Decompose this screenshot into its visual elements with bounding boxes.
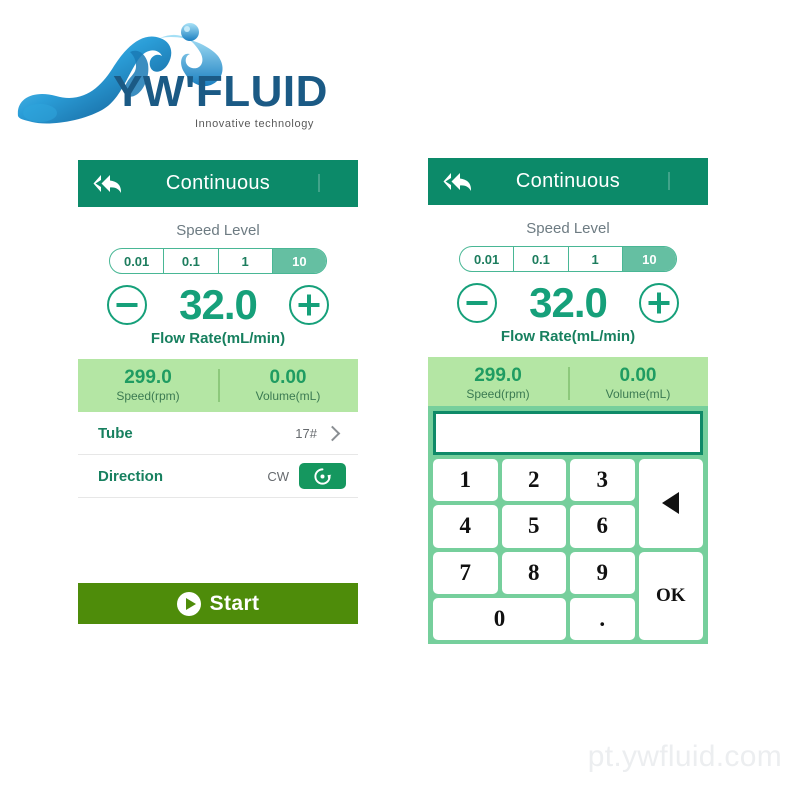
- key-2[interactable]: 2: [501, 459, 566, 502]
- speed-caption: Speed(rpm): [116, 388, 180, 403]
- key-ok[interactable]: OK: [638, 551, 703, 640]
- site-watermark: pt.ywfluid.com: [587, 740, 782, 773]
- flow-rate-stepper: 32.0: [78, 284, 358, 326]
- key-6[interactable]: 6: [570, 505, 635, 548]
- speed-option-0-1[interactable]: 0.1: [164, 249, 219, 273]
- direction-label: Direction: [98, 467, 164, 485]
- volume-readout: 0.00 Volume(mL): [218, 368, 358, 403]
- key-4[interactable]: 4: [433, 505, 498, 548]
- key-backspace[interactable]: [638, 459, 703, 548]
- direction-value: CW: [267, 468, 289, 484]
- speed-option-0-01[interactable]: 0.01: [110, 249, 165, 273]
- minus-circle-icon[interactable]: [457, 283, 497, 323]
- device-screen-right: Continuous Speed Level 0.01 0.1 1 10 32.…: [428, 158, 708, 644]
- key-9[interactable]: 9: [570, 551, 635, 594]
- play-circle-icon: [176, 591, 201, 616]
- flow-rate-stepper: 32.0: [428, 282, 708, 324]
- info-divider: [218, 369, 220, 402]
- start-button[interactable]: Start: [78, 583, 358, 624]
- speed-option-10[interactable]: 10: [272, 249, 326, 273]
- speed-readout: 299.0 Speed(rpm): [428, 366, 568, 401]
- speed-level-label: Speed Level: [526, 220, 610, 237]
- flow-rate-caption: Flow Rate(mL/min): [500, 328, 636, 345]
- panel-header-left: Continuous: [78, 160, 358, 207]
- logo-wordmark: YW'FLUID: [113, 67, 328, 116]
- info-divider: [568, 367, 570, 400]
- flow-rate-value[interactable]: 32.0: [513, 282, 623, 324]
- panel-header-right: Continuous: [428, 158, 708, 205]
- key-0[interactable]: 0: [433, 597, 566, 640]
- logo-tagline: Innovative technology: [195, 118, 315, 130]
- key-1[interactable]: 1: [433, 459, 498, 502]
- key-7[interactable]: 7: [433, 551, 498, 594]
- rotate-clockwise-icon: [314, 467, 332, 485]
- volume-readout: 0.00 Volume(mL): [568, 366, 708, 401]
- status-info-bar: 299.0 Speed(rpm) 0.00 Volume(mL): [78, 359, 358, 412]
- key-8[interactable]: 8: [501, 551, 566, 594]
- chevron-right-icon[interactable]: [324, 425, 341, 441]
- speed-value: 299.0: [474, 365, 522, 387]
- speed-level-segmented-control[interactable]: 0.01 0.1 1 10: [459, 246, 677, 272]
- flow-rate-caption: Flow Rate(mL/min): [150, 330, 286, 347]
- speed-level-segmented-control[interactable]: 0.01 0.1 1 10: [109, 248, 327, 274]
- brand-logo: YW'FLUID Innovative technology: [10, 8, 340, 138]
- speed-value: 299.0: [124, 367, 172, 389]
- back-double-arrow-icon[interactable]: [92, 172, 124, 196]
- tube-label: Tube: [98, 424, 133, 442]
- speed-readout: 299.0 Speed(rpm): [78, 368, 218, 403]
- device-screen-left: Continuous Speed Level 0.01 0.1 1 10 32.…: [78, 160, 358, 624]
- volume-value: 0.00: [269, 367, 307, 389]
- key-3[interactable]: 3: [570, 459, 635, 502]
- keypad-grid: 1 2 3 4 5 6 7 8 9 OK 0 .: [433, 459, 703, 640]
- plus-circle-icon[interactable]: [639, 283, 679, 323]
- backspace-left-arrow-icon: [662, 492, 680, 515]
- numeric-keypad: 1 2 3 4 5 6 7 8 9 OK 0 .: [428, 406, 708, 644]
- keypad-display[interactable]: [433, 411, 703, 455]
- volume-caption: Volume(mL): [255, 388, 321, 403]
- speed-level-label: Speed Level: [176, 222, 260, 239]
- speed-option-1[interactable]: 1: [219, 249, 273, 273]
- header-tick: [318, 174, 320, 192]
- tube-value: 17#: [295, 425, 317, 441]
- flow-rate-value[interactable]: 32.0: [163, 284, 273, 326]
- speed-option-10[interactable]: 10: [622, 247, 676, 271]
- direction-toggle-button[interactable]: [299, 463, 346, 489]
- speed-caption: Speed(rpm): [466, 386, 530, 401]
- header-tick: [668, 172, 670, 190]
- speed-option-1[interactable]: 1: [569, 247, 623, 271]
- plus-circle-icon[interactable]: [289, 285, 329, 325]
- volume-value: 0.00: [619, 365, 657, 387]
- tube-row[interactable]: Tube 17#: [78, 412, 358, 455]
- direction-row[interactable]: Direction CW: [78, 455, 358, 498]
- speed-option-0-01[interactable]: 0.01: [460, 247, 515, 271]
- list-bottom-spacer: [78, 498, 358, 521]
- speed-option-0-1[interactable]: 0.1: [514, 247, 569, 271]
- key-5[interactable]: 5: [501, 505, 566, 548]
- key-decimal[interactable]: .: [570, 597, 635, 640]
- status-info-bar: 299.0 Speed(rpm) 0.00 Volume(mL): [428, 357, 708, 410]
- back-double-arrow-icon[interactable]: [442, 170, 474, 194]
- minus-circle-icon[interactable]: [107, 285, 147, 325]
- volume-caption: Volume(mL): [605, 386, 671, 401]
- start-label: Start: [209, 591, 260, 615]
